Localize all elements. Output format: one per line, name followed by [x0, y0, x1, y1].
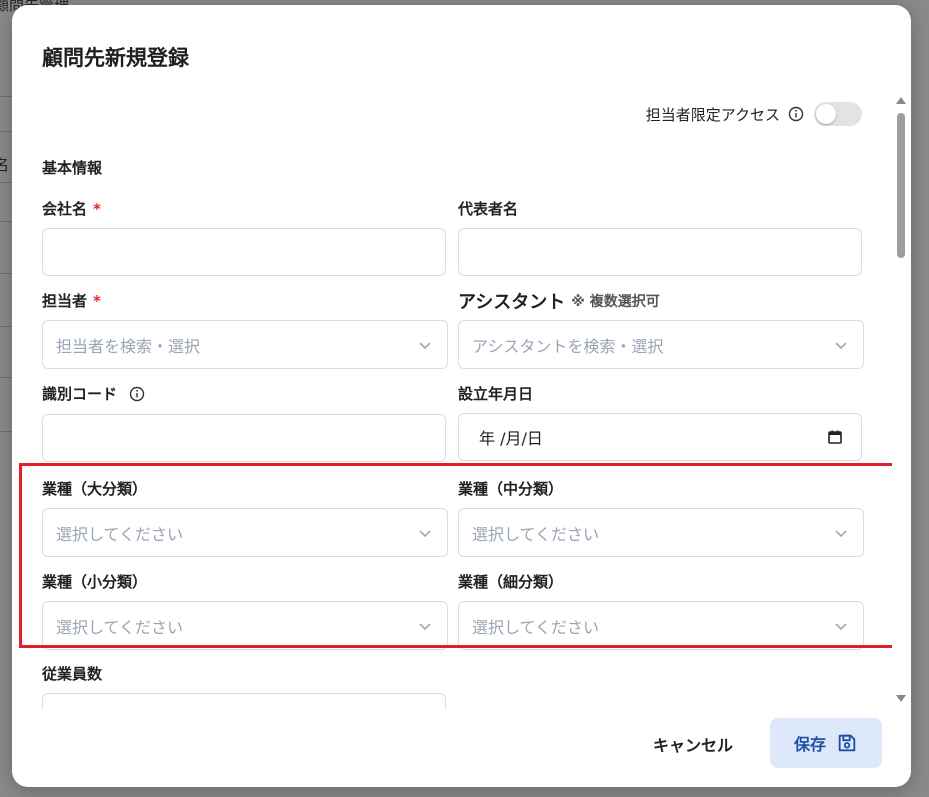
representative-label-text: 代表者名 [458, 200, 519, 218]
background-column-header: 名 [0, 156, 10, 174]
info-icon[interactable] [788, 106, 804, 122]
info-icon[interactable] [129, 386, 145, 402]
employees-label-text: 従業員数 [42, 665, 103, 683]
date-placeholder: 年 /月/日 [479, 429, 543, 448]
company-name-label: 会社名 * [42, 198, 101, 219]
section-basic-info: 基本情報 [42, 159, 103, 177]
calendar-icon[interactable] [827, 429, 843, 445]
modal-scroll-content[interactable]: 担当者限定アクセス 基本情報 会社名 * 代表者名 担当者 * アシスタント ※… [12, 95, 892, 709]
assistant-label: アシスタント ※ 複数選択可 [458, 288, 660, 314]
modal-title: 顧問先新規登録 [42, 46, 189, 70]
assistant-label-text: アシスタント [458, 292, 566, 313]
representative-input[interactable] [458, 228, 862, 276]
save-icon [838, 734, 856, 752]
employees-label: 従業員数 [42, 663, 102, 684]
code-label-text: 識別コード [42, 385, 118, 403]
assignee-label: 担当者 * [42, 290, 101, 311]
code-label: 識別コード [42, 383, 145, 404]
save-button-label: 保存 [793, 737, 826, 754]
save-button[interactable]: 保存 [770, 718, 882, 768]
assistant-select[interactable]: アシスタントを検索・選択 [458, 320, 864, 369]
toggle-knob [816, 104, 836, 124]
company-name-input[interactable] [42, 228, 446, 276]
access-restriction-row: 担当者限定アクセス [646, 102, 862, 126]
register-client-modal: 顧問先新規登録 担当者限定アクセス 基本情報 会社名 * 代表者名 担当者 * … [12, 5, 911, 787]
chevron-down-icon [419, 342, 431, 350]
representative-label: 代表者名 [458, 198, 518, 219]
scrollbar-thumb[interactable] [897, 113, 905, 258]
founded-date-input[interactable]: 年 /月/日 [458, 413, 862, 461]
access-restriction-label: 担当者限定アクセス [645, 105, 780, 124]
code-input[interactable] [42, 414, 446, 462]
assignee-label-text: 担当者 [42, 292, 88, 310]
access-restriction-toggle[interactable] [814, 102, 862, 126]
scroll-down-arrow[interactable] [896, 695, 906, 702]
scroll-up-arrow[interactable] [896, 97, 906, 104]
founded-label-text: 設立年月日 [458, 385, 534, 403]
assignee-placeholder: 担当者を検索・選択 [56, 336, 201, 356]
employees-input[interactable] [42, 693, 446, 709]
company-name-label-text: 会社名 [42, 200, 88, 218]
required-mark: * [93, 199, 101, 218]
assignee-select[interactable]: 担当者を検索・選択 [42, 320, 448, 369]
cancel-button[interactable]: キャンセル [638, 727, 748, 761]
industry-highlight-box [19, 463, 892, 648]
assistant-placeholder: アシスタントを検索・選択 [472, 336, 664, 356]
chevron-down-icon [835, 342, 847, 350]
founded-label: 設立年月日 [458, 383, 533, 404]
required-mark: * [93, 291, 101, 310]
multi-select-note: ※ 複数選択可 [571, 294, 660, 310]
